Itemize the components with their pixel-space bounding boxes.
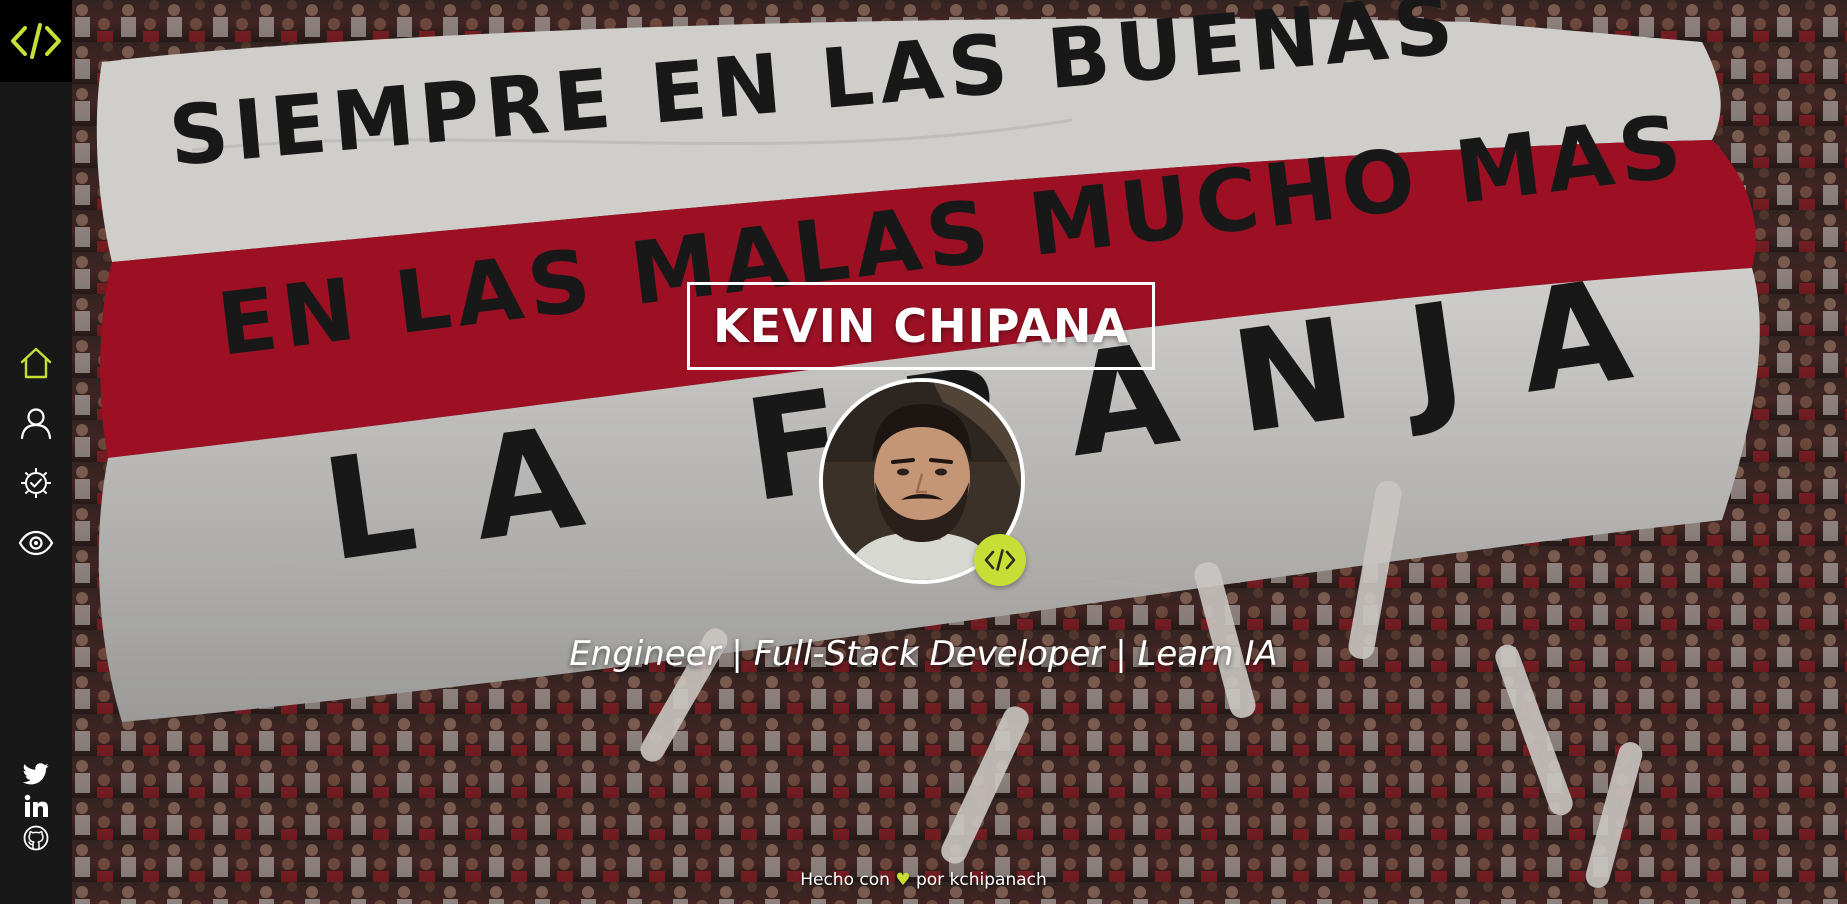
linkedin-icon xyxy=(24,794,48,817)
code-brackets-icon xyxy=(984,549,1016,571)
code-brackets-icon xyxy=(11,23,61,59)
linkedin-link[interactable] xyxy=(0,790,72,822)
footer-author[interactable]: por kchipanach xyxy=(916,870,1047,890)
tagline: Engineer | Full-Stack Developer | Learn … xyxy=(569,634,1278,674)
github-link[interactable] xyxy=(0,822,72,854)
footer-prefix: Hecho con xyxy=(800,870,890,890)
sidebar xyxy=(0,0,72,904)
avatar-badge xyxy=(974,534,1026,586)
heart-icon: ♥ xyxy=(895,870,911,890)
page-title: KEVIN CHIPANA xyxy=(687,281,1155,370)
logo-link[interactable] xyxy=(0,0,72,82)
hero-section: SIEMPRE EN LAS BUENAS EN LAS MALAS MUCHO… xyxy=(72,0,1847,904)
main-nav xyxy=(0,333,72,573)
home-icon xyxy=(20,347,52,379)
nav-item-about[interactable] xyxy=(0,393,72,453)
nav-item-home[interactable] xyxy=(0,333,72,393)
eye-icon xyxy=(18,530,54,556)
user-icon xyxy=(20,408,52,440)
twitter-icon xyxy=(23,763,49,785)
social-links xyxy=(0,758,72,854)
gear-check-icon xyxy=(21,468,51,498)
footer: Hecho con ♥ por kchipanach xyxy=(72,870,1775,890)
twitter-link[interactable] xyxy=(0,758,72,790)
nav-item-portfolio[interactable] xyxy=(0,513,72,573)
github-icon xyxy=(23,825,49,851)
app: SIEMPRE EN LAS BUENAS EN LAS MALAS MUCHO… xyxy=(0,0,1847,904)
nav-item-skills[interactable] xyxy=(0,453,72,513)
